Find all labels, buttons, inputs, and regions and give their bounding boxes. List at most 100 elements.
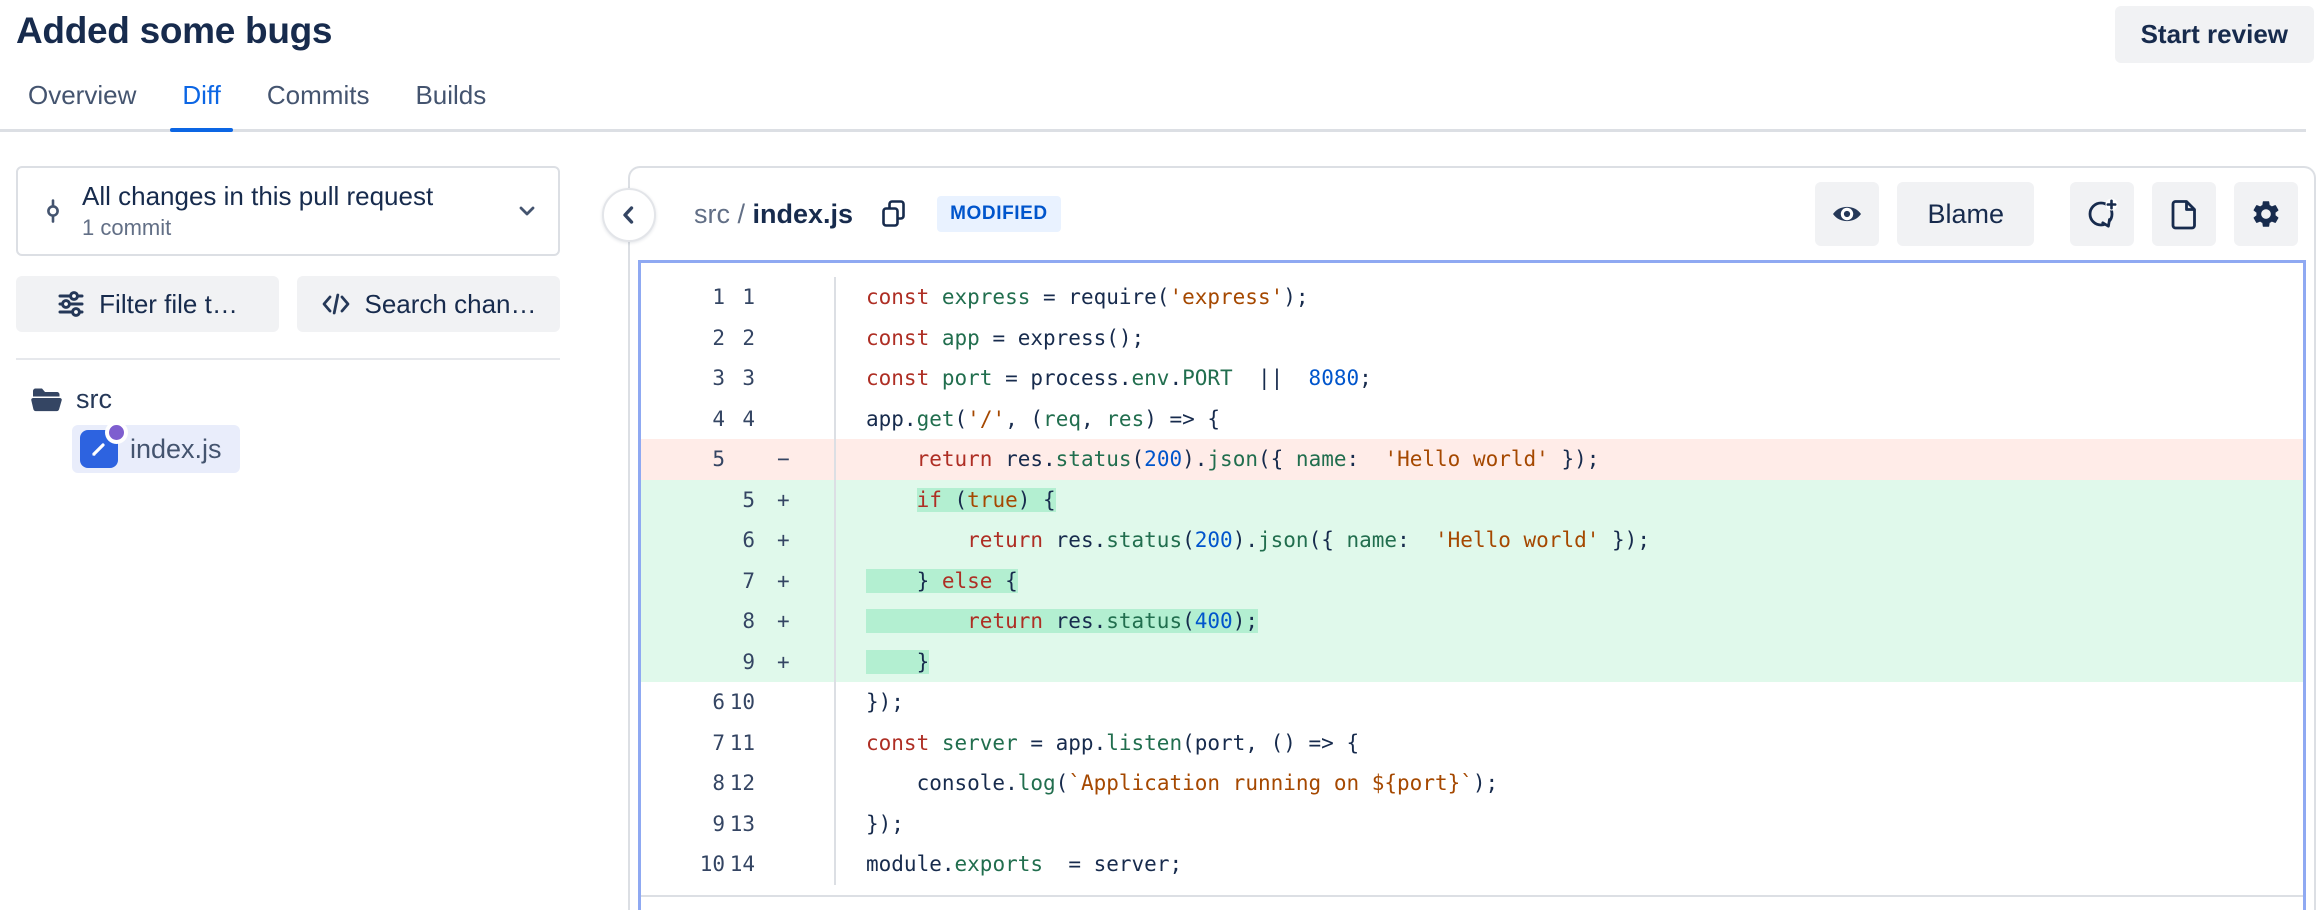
old-line-number: 6 <box>641 682 725 723</box>
new-line-number: 4 <box>725 399 755 440</box>
diff-sidebar: All changes in this pull request 1 commi… <box>16 166 560 473</box>
file-tree: src index.js <box>16 384 560 473</box>
diff-gutter[interactable]: 9+ <box>641 642 836 683</box>
diff-sign <box>755 804 777 845</box>
filter-file-types-button[interactable]: Filter file t… <box>16 276 279 332</box>
sidebar-divider <box>16 358 560 360</box>
diff-gutter[interactable]: 22 <box>641 318 836 359</box>
diff-code-line: app.get('/', (req, res) => { <box>836 399 1220 440</box>
chevron-left-icon <box>616 202 642 228</box>
diff-sign: + <box>755 480 790 521</box>
new-line-number: 6 <box>725 520 755 561</box>
old-line-number <box>641 480 725 521</box>
diff-row: 5+ if (true) { <box>641 480 2303 521</box>
view-source-file-button[interactable] <box>2152 182 2216 246</box>
diff-gutter[interactable]: 711 <box>641 723 836 764</box>
diff-gutter[interactable]: 44 <box>641 399 836 440</box>
diff-gutter[interactable]: 11 <box>641 277 836 318</box>
old-line-number: 10 <box>641 844 725 885</box>
status-badge: MODIFIED <box>937 196 1061 232</box>
blame-button[interactable]: Blame <box>1897 182 2034 246</box>
diff-sign <box>755 682 777 723</box>
tree-folder-src[interactable]: src <box>16 384 560 415</box>
diff-row: 11const express = require('express'); <box>641 277 2303 318</box>
tab-overview[interactable]: Overview <box>16 80 148 129</box>
diff-gutter[interactable]: 610 <box>641 682 836 723</box>
diff-gutter[interactable]: 7+ <box>641 561 836 602</box>
old-line-number: 9 <box>641 804 725 845</box>
new-line-number: 8 <box>725 601 755 642</box>
diff-row: 5− return res.status(200).json({ name: '… <box>641 439 2303 480</box>
page-title: Added some bugs <box>16 10 2306 52</box>
filter-icon <box>57 290 85 318</box>
diff-settings-button[interactable] <box>2234 182 2298 246</box>
diff-gutter[interactable]: 5+ <box>641 480 836 521</box>
diff-row: 610}); <box>641 682 2303 723</box>
new-line-number: 9 <box>725 642 755 683</box>
diff-sign <box>755 318 777 359</box>
tab-commits[interactable]: Commits <box>255 80 382 129</box>
back-button[interactable] <box>602 188 656 242</box>
folder-icon <box>30 385 62 415</box>
scope-title: All changes in this pull request <box>82 181 498 212</box>
diff-sign <box>755 723 777 764</box>
diff-row: 1014module.exports = server; <box>641 844 2303 885</box>
gear-icon <box>2250 198 2282 230</box>
diff-code-line: const server = app.listen(port, () => { <box>836 723 1359 764</box>
tree-file-index-js[interactable]: index.js <box>72 425 240 473</box>
diff-gutter[interactable]: 913 <box>641 804 836 845</box>
new-line-number: 5 <box>725 480 755 521</box>
old-line-number: 3 <box>641 358 725 399</box>
diff-card: src / index.js MODIFIED <box>628 166 2316 910</box>
tab-diff[interactable]: Diff <box>170 80 233 129</box>
old-line-number: 4 <box>641 399 725 440</box>
diff-code-line: }); <box>836 804 904 845</box>
diff-code-line: }); <box>836 682 904 723</box>
diff-code-line: if (true) { <box>836 480 1056 521</box>
start-review-button[interactable]: Start review <box>2115 6 2314 63</box>
file-path: src / index.js <box>694 199 853 230</box>
diff-gutter[interactable]: 8+ <box>641 601 836 642</box>
diff-rows: 11const express = require('express');22 c… <box>641 263 2303 895</box>
diff-gutter[interactable]: 33 <box>641 358 836 399</box>
copy-icon <box>879 198 909 230</box>
diff-gutter[interactable]: 5− <box>641 439 836 480</box>
diff-sign: + <box>755 561 790 602</box>
new-line-number: 11 <box>725 723 755 764</box>
diff-gutter[interactable]: 812 <box>641 763 836 804</box>
diff-row: 8+ return res.status(400); <box>641 601 2303 642</box>
diff-sign <box>755 399 777 440</box>
new-line-number: 13 <box>725 804 755 845</box>
old-line-number: 2 <box>641 318 725 359</box>
add-file-comment-button[interactable] <box>2070 182 2134 246</box>
diff-code-line: console.log(`Application running on ${po… <box>836 763 1498 804</box>
copy-path-button[interactable] <box>879 198 909 230</box>
pr-tabs: Overview Diff Commits Builds <box>0 80 2306 132</box>
eye-icon <box>1830 199 1864 229</box>
diff-code-line: return res.status(200).json({ name: 'Hel… <box>836 439 1599 480</box>
old-line-number: 7 <box>641 723 725 764</box>
comment-add-icon <box>2086 198 2118 230</box>
watch-file-button[interactable] <box>1815 182 1879 246</box>
diff-row: 44app.get('/', (req, res) => { <box>641 399 2303 440</box>
diff-sign <box>755 844 777 885</box>
new-line-number: 10 <box>725 682 755 723</box>
diff-code-line: module.exports = server; <box>836 844 1182 885</box>
diff-row: 711const server = app.listen(port, () =>… <box>641 723 2303 764</box>
diff-gutter[interactable]: 1014 <box>641 844 836 885</box>
search-changed-files-button[interactable]: Search chan… <box>297 276 560 332</box>
diff-row: 812 console.log(`Application running on … <box>641 763 2303 804</box>
content: All changes in this pull request 1 commi… <box>0 166 2322 910</box>
old-line-number: 1 <box>641 277 725 318</box>
diff-gutter[interactable]: 6+ <box>641 520 836 561</box>
new-line-number: 3 <box>725 358 755 399</box>
diff-sign: + <box>755 601 790 642</box>
commit-scope-dropdown[interactable]: All changes in this pull request 1 commi… <box>16 166 560 256</box>
diff-code-line: } else { <box>836 561 1018 602</box>
tab-builds[interactable]: Builds <box>403 80 498 129</box>
new-line-number <box>725 439 755 480</box>
modified-dot-badge <box>109 425 124 440</box>
new-line-number: 12 <box>725 763 755 804</box>
page-header: Added some bugs Start review <box>0 0 2322 52</box>
diff-code-line: return res.status(200).json({ name: 'Hel… <box>836 520 1650 561</box>
